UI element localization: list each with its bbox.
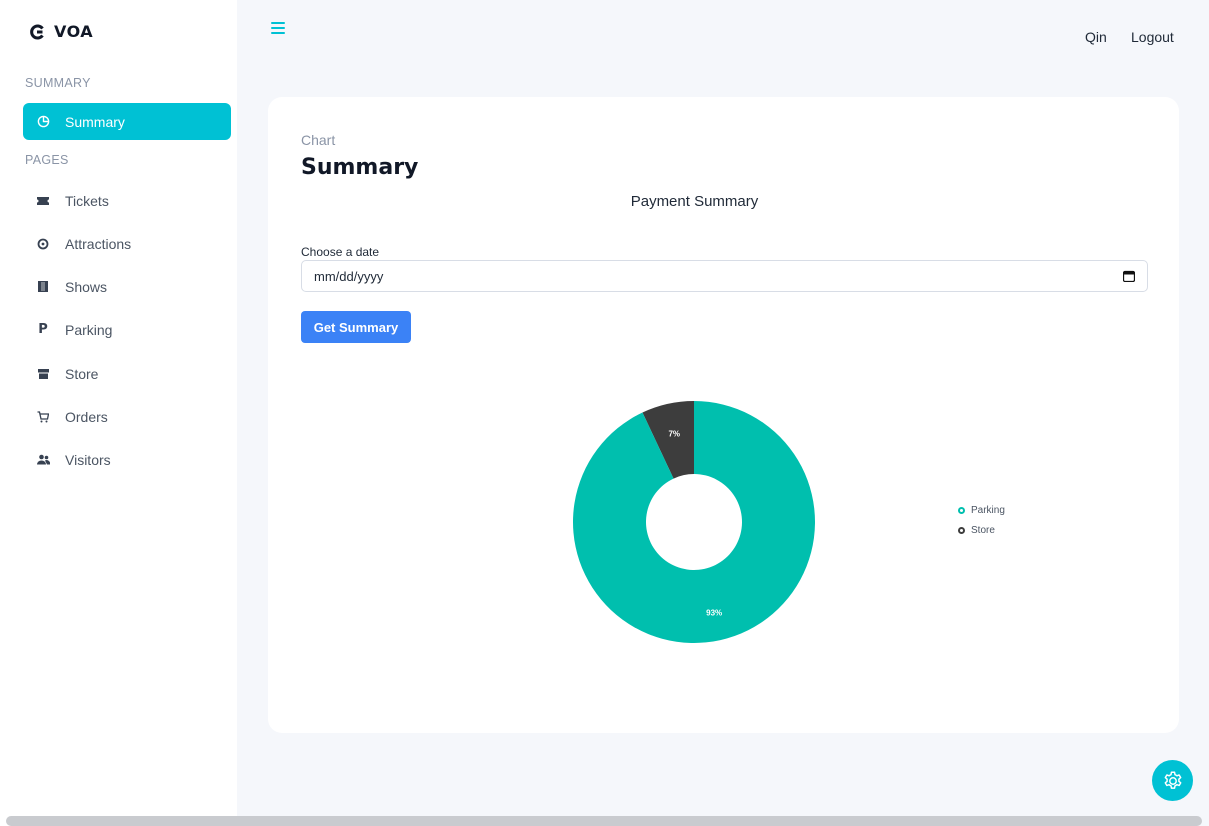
film-icon [35,279,51,295]
date-field-label: Choose a date [301,245,380,259]
brand-name: VOA [54,22,94,41]
get-summary-button[interactable]: Get Summary [301,311,411,343]
chart-legend: Parking Store [958,505,1005,545]
summary-heading: SUMMARY [25,76,91,90]
ferris-wheel-icon [35,236,51,252]
horizontal-scrollbar[interactable] [6,816,1202,826]
sidebar-item-summary[interactable]: Summary [23,103,231,140]
logout-link[interactable]: Logout [1131,29,1174,45]
sidebar-item-label: Orders [65,408,108,425]
pie-slice-label: 7% [668,430,680,439]
legend-label: Parking [971,505,1005,516]
sidebar-item-label: Store [65,365,99,382]
sidebar: VOA SUMMARY Summary PAGES Tickets Attrac… [0,0,237,826]
menu-toggle-icon[interactable] [271,22,285,36]
sidebar-item-label: Attractions [65,235,132,252]
sidebar-item-label: Shows [65,278,108,295]
legend-marker [958,527,965,534]
date-field-placeholder: mm/dd/yyyy [314,268,384,284]
settings-button[interactable] [1152,760,1193,801]
parking-icon: P [38,322,48,337]
chart-title: Payment Summary [630,193,759,210]
ticket-icon [35,193,51,209]
legend-label: Store [971,525,995,536]
legend-marker [958,507,965,514]
sidebar-item-attractions[interactable]: Attractions [23,225,231,262]
date-field[interactable]: mm/dd/yyyy [301,260,1148,292]
sidebar-item-store[interactable]: Store [23,355,231,392]
sidebar-item-tickets[interactable]: Tickets [23,182,231,219]
sidebar-item-shows[interactable]: Shows [23,268,231,305]
donut-chart: 7% 93% [573,401,815,643]
sidebar-item-label: Visitors [65,451,111,468]
store-icon [35,366,51,382]
cart-icon [35,409,51,425]
users-icon [35,452,51,468]
sidebar-item-visitors[interactable]: Visitors [23,441,231,478]
gear-icon [1164,771,1181,789]
brand-logo-icon [30,24,44,39]
page-pretitle: Chart [301,132,336,148]
brand[interactable]: VOA [29,22,93,41]
sidebar-item-label: Tickets [65,192,109,209]
legend-item-parking[interactable]: Parking [958,505,1005,516]
pie-slice-label: 93% [706,608,722,617]
donut-chart-svg: 7% 93% [573,401,815,643]
user-name[interactable]: Qin [1085,29,1107,45]
pie-chart-icon [35,114,51,130]
pages-heading: PAGES [25,153,69,167]
sidebar-item-orders[interactable]: Orders [23,398,231,435]
pie-slice-parking[interactable] [573,401,815,643]
calendar-icon[interactable] [1123,270,1135,282]
sidebar-item-label: Parking [65,321,113,338]
sidebar-item-parking[interactable]: P Parking [23,311,231,348]
legend-item-store[interactable]: Store [958,525,1005,536]
sidebar-item-label: Summary [65,113,125,130]
summary-card: Chart Summary Payment Summary Choose a d… [268,97,1179,733]
page-title: Summary [301,155,419,180]
